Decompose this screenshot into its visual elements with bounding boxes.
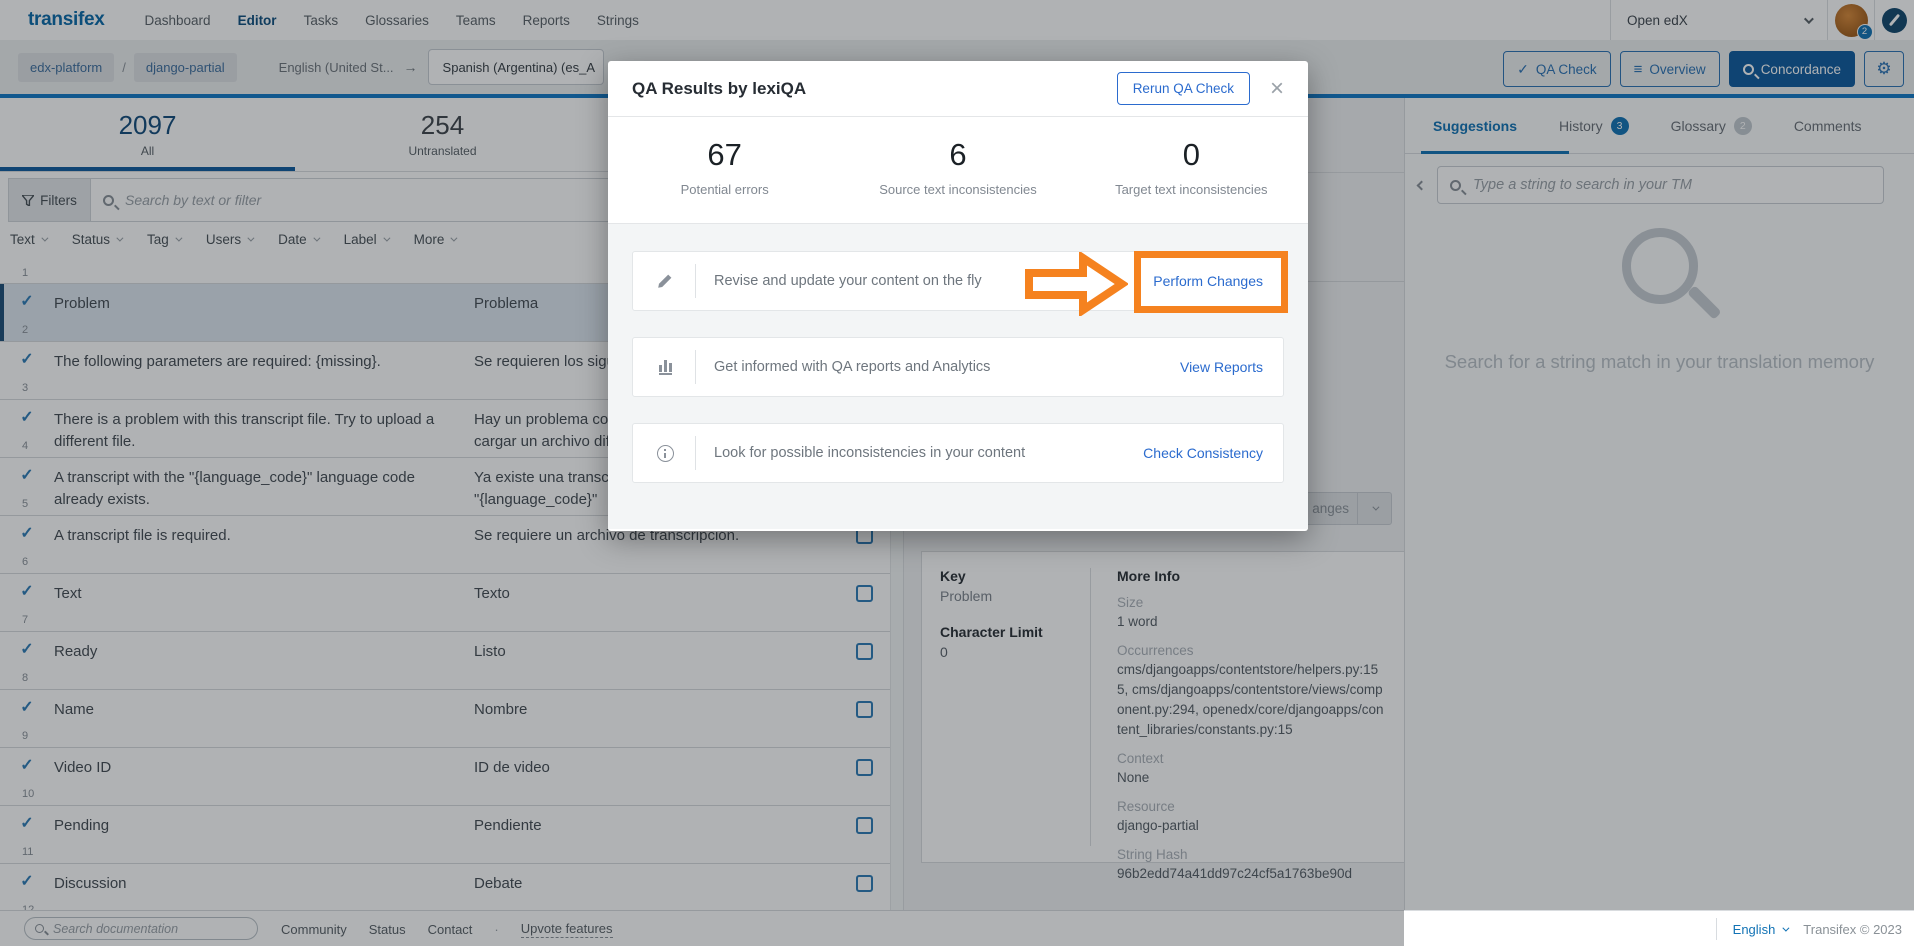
annotation-arrow-icon: [1024, 252, 1128, 316]
stat-source-inconsistencies: 6 Source text inconsistencies: [841, 117, 1074, 223]
qa-action-card: Get informed with QA reports and Analyti…: [632, 337, 1284, 397]
close-icon[interactable]: ×: [1270, 79, 1284, 99]
chevron-down-icon: [1783, 924, 1790, 931]
stat-potential-errors: 67 Potential errors: [608, 117, 841, 223]
modal-title: QA Results by lexiQA: [632, 79, 806, 99]
footer-copyright: Transifex © 2023: [1803, 922, 1902, 937]
app-root: transifex Dashboard Editor Tasks Glossar…: [0, 0, 1914, 946]
check-consistency-link[interactable]: Check Consistency: [1143, 445, 1263, 461]
qa-action-text: Get informed with QA reports and Analyti…: [714, 359, 1180, 375]
footer-language-label: English: [1733, 922, 1776, 937]
pencil-icon: [653, 273, 677, 289]
divider: [695, 264, 696, 298]
qa-action-card: Look for possible inconsistencies in you…: [632, 423, 1284, 483]
stat-target-inconsistencies: 0 Target text inconsistencies: [1075, 117, 1308, 223]
divider: [695, 350, 696, 384]
footer-language-select[interactable]: English: [1733, 922, 1788, 937]
divider: [695, 436, 696, 470]
modal-header: QA Results by lexiQA Rerun QA Check ×: [608, 61, 1308, 117]
view-reports-link[interactable]: View Reports: [1180, 359, 1263, 375]
qa-stats: 67 Potential errors 6 Source text incons…: [608, 117, 1308, 223]
modal-backdrop: [0, 910, 1404, 946]
rerun-qa-check-button[interactable]: Rerun QA Check: [1117, 72, 1250, 105]
footer-right: English Transifex © 2023: [1716, 911, 1902, 946]
divider: [1716, 918, 1717, 940]
info-icon: [653, 445, 677, 462]
qa-action-text: Look for possible inconsistencies in you…: [714, 445, 1143, 461]
bar-chart-icon: [653, 360, 677, 375]
annotation-highlight-box: [1134, 251, 1288, 313]
